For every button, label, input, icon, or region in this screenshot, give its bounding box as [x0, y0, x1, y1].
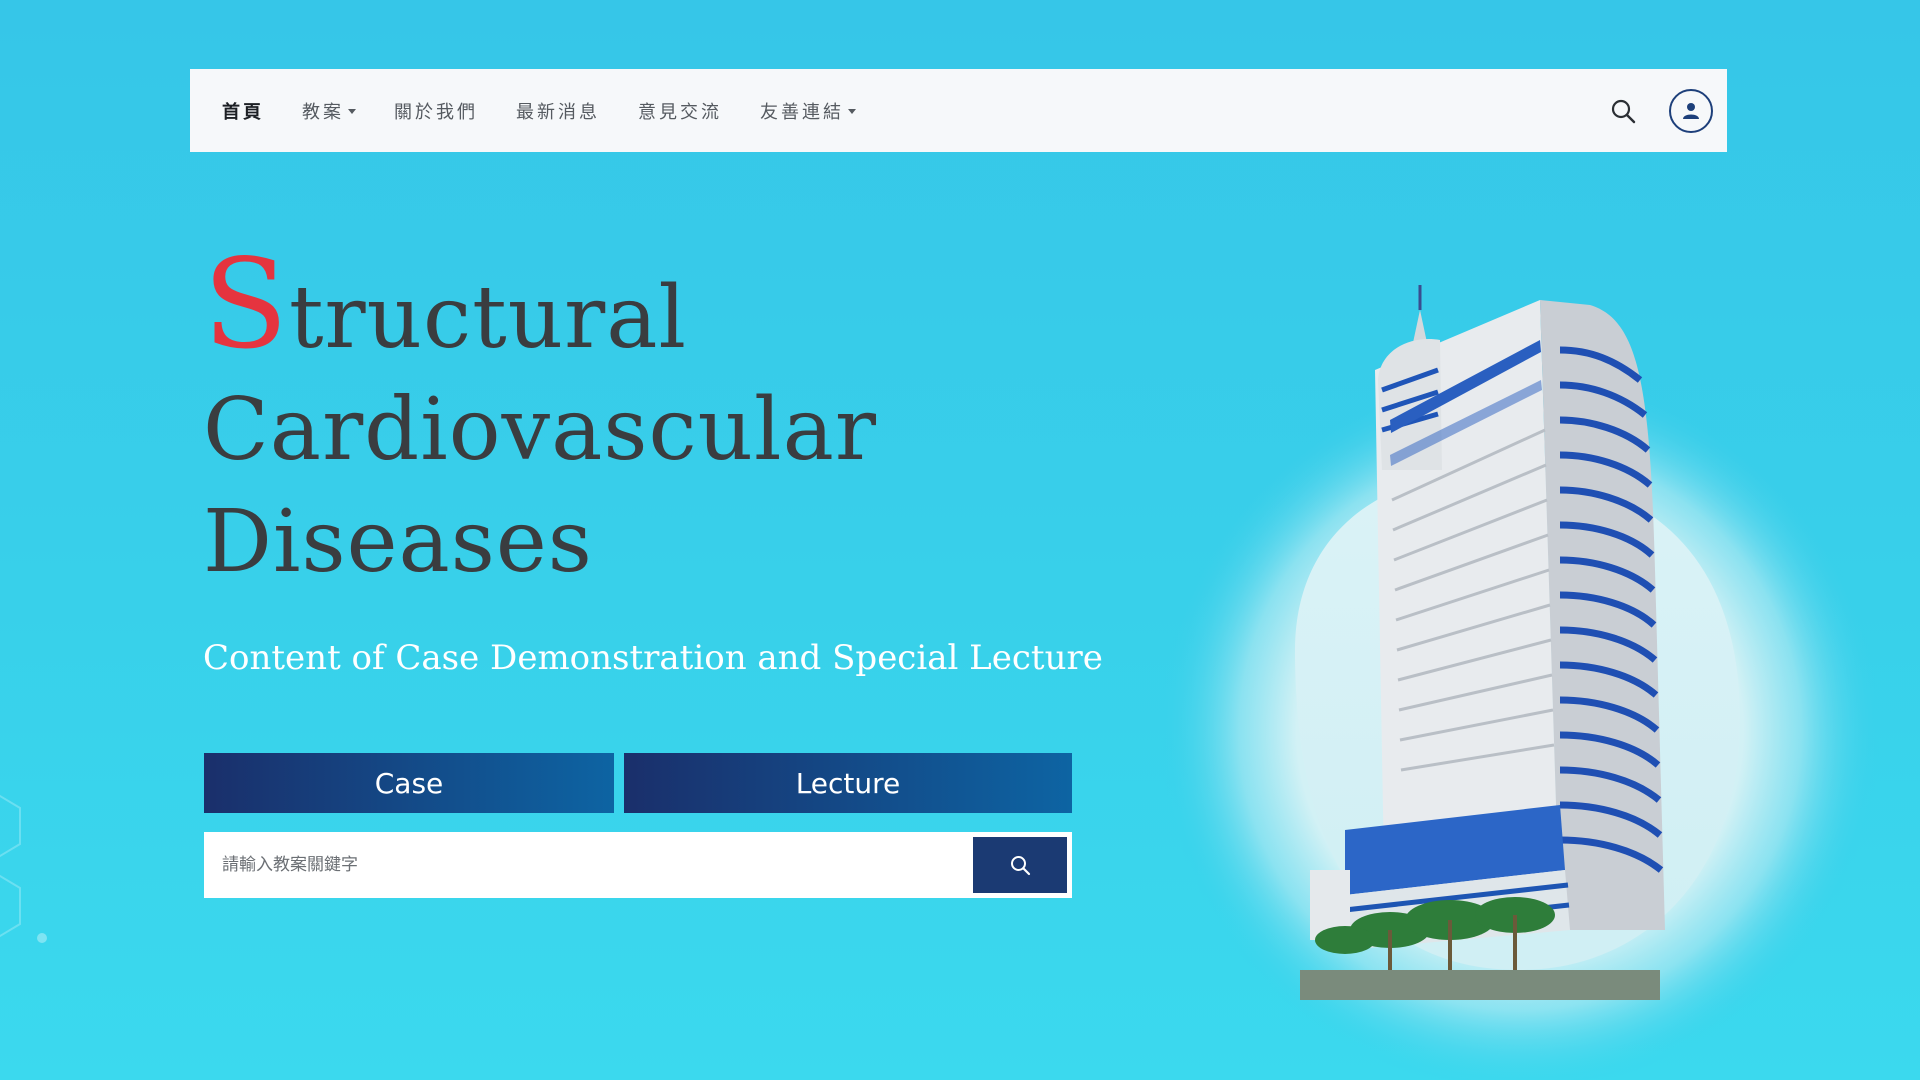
- background-hexagon-pattern: [0, 794, 47, 943]
- nav-item-label: 意見交流: [638, 101, 722, 123]
- search-submit-button[interactable]: [973, 837, 1067, 893]
- nav-item-label: 教案: [302, 101, 344, 123]
- nav-item-about[interactable]: 關於我們: [394, 98, 478, 124]
- hero-title-line-1: Structural: [203, 243, 877, 374]
- search-icon: [1011, 856, 1031, 876]
- nav-item-cases[interactable]: 教案: [302, 98, 356, 124]
- case-search-bar: [204, 831, 1072, 899]
- search-icon[interactable]: [1607, 95, 1639, 127]
- nav-item-feedback[interactable]: 意見交流: [638, 98, 722, 124]
- nav-item-label: 首頁: [222, 101, 264, 123]
- hero-title: Structural Cardiovascular Diseases: [203, 243, 877, 598]
- hero-title-line-2: Cardiovascular: [203, 380, 877, 480]
- hospital-building-image: [1160, 285, 1880, 1080]
- hero-title-accent-letter: S: [203, 233, 289, 377]
- hero-title-line-3: Diseases: [203, 492, 593, 592]
- nav-item-label: 最新消息: [516, 101, 600, 123]
- nav-menu: 首頁 教案 關於我們 最新消息 意見交流 友善連結: [222, 69, 894, 152]
- nav-item-label: 關於我們: [394, 101, 478, 123]
- nav-item-news[interactable]: 最新消息: [516, 98, 600, 124]
- case-search-input[interactable]: [204, 831, 973, 899]
- case-button[interactable]: Case: [204, 753, 614, 813]
- lecture-button[interactable]: Lecture: [624, 753, 1072, 813]
- user-icon[interactable]: [1669, 88, 1713, 133]
- hero-title-line-1-rest: tructural: [288, 268, 688, 368]
- nav-item-home[interactable]: 首頁: [222, 98, 264, 124]
- nav-item-label: 友善連結: [760, 101, 844, 123]
- caret-down-icon: [348, 109, 356, 114]
- caret-down-icon: [848, 109, 856, 114]
- top-navbar: 首頁 教案 關於我們 最新消息 意見交流 友善連結: [190, 69, 1727, 152]
- hero-subtitle: Content of Case Demonstration and Specia…: [203, 638, 1103, 678]
- nav-actions: [1607, 88, 1713, 133]
- nav-item-links[interactable]: 友善連結: [760, 98, 856, 124]
